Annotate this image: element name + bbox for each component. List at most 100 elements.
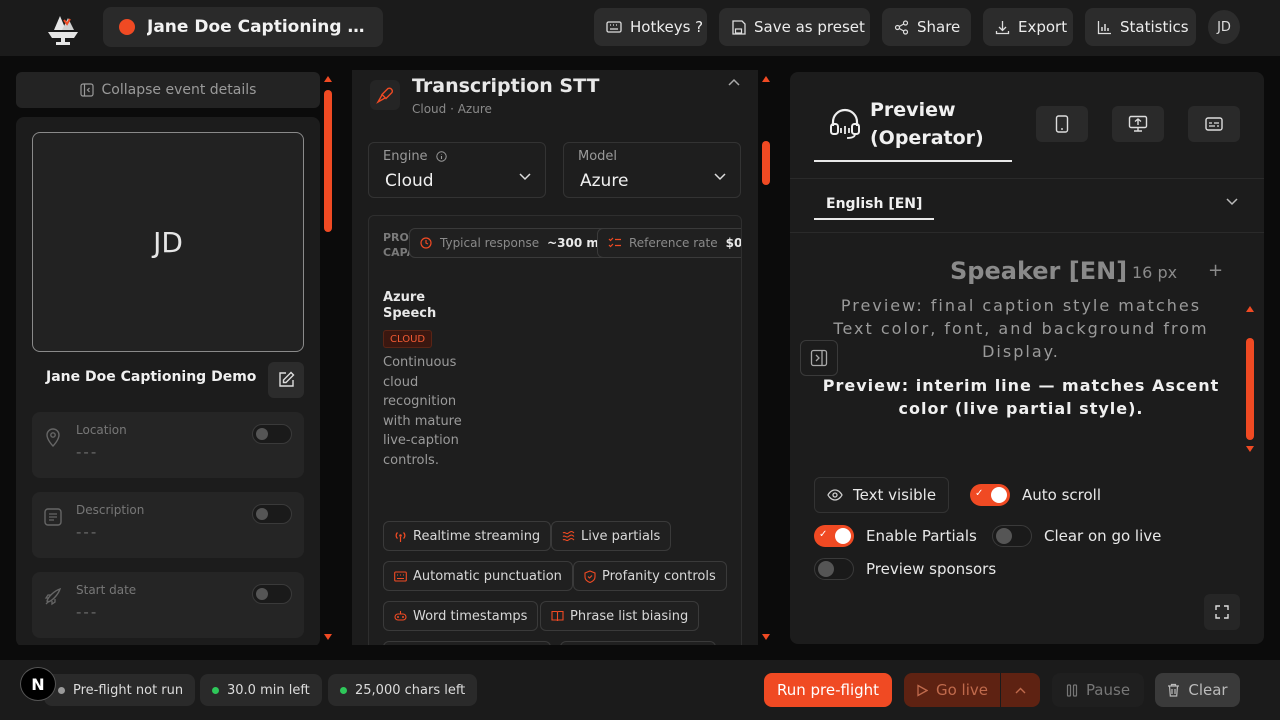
description-field: Description --- bbox=[32, 492, 304, 558]
n-badge[interactable]: N bbox=[20, 667, 56, 701]
status-dot bbox=[340, 686, 347, 694]
engine-select[interactable]: Engine Cloud bbox=[368, 142, 546, 198]
pause-icon bbox=[1066, 683, 1078, 697]
hotkeys-button[interactable]: Hotkeys ? bbox=[594, 8, 707, 46]
collapse-label: Collapse event details bbox=[101, 82, 257, 98]
scroll-up-icon[interactable] bbox=[762, 76, 770, 82]
info-icon[interactable] bbox=[435, 151, 447, 162]
mobile-view-button[interactable] bbox=[1036, 106, 1088, 142]
tab-preview-operator[interactable]: Preview (Operator) bbox=[814, 72, 1012, 162]
go-live-options-button[interactable] bbox=[1001, 673, 1040, 707]
collapse-event-details-button[interactable]: Collapse event details bbox=[16, 72, 320, 108]
toggle-side-panel-button[interactable] bbox=[800, 340, 838, 376]
enable-partials-toggle[interactable]: ✓ bbox=[814, 525, 854, 547]
scroll-up-icon[interactable] bbox=[1246, 306, 1254, 312]
model-select[interactable]: Model Azure bbox=[563, 142, 741, 198]
hotkeys-label: Hotkeys ? bbox=[630, 18, 704, 36]
broadcast-icon bbox=[395, 531, 406, 542]
stt-subtitle: Cloud · Azure bbox=[412, 102, 492, 116]
user-avatar[interactable]: JD bbox=[1208, 10, 1240, 44]
feature-label: Live partials bbox=[581, 528, 661, 544]
display-view-button[interactable] bbox=[1112, 106, 1164, 142]
export-label: Export bbox=[1018, 18, 1068, 36]
save-preset-button[interactable]: Save as preset bbox=[719, 8, 870, 46]
preview-scroll-thumb[interactable] bbox=[1246, 338, 1254, 440]
waves-icon bbox=[562, 530, 575, 542]
fullscreen-icon bbox=[1215, 605, 1229, 619]
language-tab[interactable]: English [EN] bbox=[814, 190, 935, 220]
collapse-panel-icon bbox=[79, 83, 94, 97]
increase-font-button[interactable]: + bbox=[1208, 260, 1223, 281]
start-date-label: Start date bbox=[76, 583, 137, 597]
captions-icon bbox=[1205, 117, 1223, 131]
edit-icon bbox=[279, 371, 295, 387]
scroll-down-icon[interactable] bbox=[762, 634, 770, 640]
statistics-button[interactable]: Statistics bbox=[1085, 8, 1196, 46]
feature-chip: Live partials bbox=[551, 521, 672, 551]
statistics-label: Statistics bbox=[1120, 18, 1189, 36]
location-visibility-toggle[interactable] bbox=[252, 424, 292, 444]
document-icon bbox=[44, 508, 62, 526]
event-title-pill[interactable]: Jane Doe Captioning Dem... bbox=[103, 7, 383, 47]
pause-button[interactable]: Pause bbox=[1052, 673, 1144, 707]
clear-on-go-live-toggle[interactable] bbox=[992, 525, 1032, 547]
scroll-up-icon[interactable] bbox=[324, 76, 332, 82]
feature-label: Word timestamps bbox=[413, 608, 528, 624]
reference-rate-value: $0.0 bbox=[725, 236, 742, 250]
scroll-down-icon[interactable] bbox=[324, 634, 332, 640]
middle-scroll-thumb[interactable] bbox=[762, 141, 770, 185]
share-icon bbox=[894, 19, 909, 35]
run-preflight-button[interactable]: Run pre-flight bbox=[764, 673, 892, 707]
auto-scroll-toggle[interactable]: ✓ bbox=[970, 484, 1010, 506]
feature-chip: Word timestamps bbox=[383, 601, 539, 631]
book-icon bbox=[551, 610, 564, 622]
headset-icon bbox=[830, 108, 860, 139]
rocket-icon bbox=[44, 587, 62, 606]
export-button[interactable]: Export bbox=[983, 8, 1073, 46]
edit-event-button[interactable] bbox=[268, 362, 304, 398]
chevron-down-icon bbox=[714, 173, 726, 181]
keyboard-icon bbox=[606, 21, 622, 33]
description-value: --- bbox=[76, 523, 99, 541]
download-icon bbox=[995, 20, 1010, 34]
scroll-down-icon[interactable] bbox=[1246, 446, 1254, 452]
map-pin-icon bbox=[46, 428, 60, 447]
start-date-field: Start date --- bbox=[32, 572, 304, 638]
save-icon bbox=[732, 19, 746, 35]
reference-rate-label: Reference rate bbox=[629, 236, 718, 250]
feature-label: Phrase list biasing bbox=[570, 608, 689, 624]
preview-scrollbar[interactable] bbox=[1246, 306, 1254, 452]
feature-label: Realtime streaming bbox=[413, 528, 541, 544]
middle-scrollbar[interactable] bbox=[762, 76, 770, 640]
chevron-up-icon bbox=[1015, 687, 1026, 693]
start-date-visibility-toggle[interactable] bbox=[252, 584, 292, 604]
chevron-down-icon[interactable] bbox=[1226, 198, 1238, 206]
minutes-left-status: 30.0 min left bbox=[200, 674, 322, 706]
fullscreen-button[interactable] bbox=[1204, 594, 1240, 630]
preflight-status: Pre-flight not run bbox=[44, 674, 196, 706]
event-avatar[interactable]: JD bbox=[32, 132, 304, 352]
left-scrollbar[interactable] bbox=[324, 76, 332, 640]
keyboard-icon bbox=[394, 570, 407, 582]
clear-button[interactable]: Clear bbox=[1155, 673, 1240, 707]
provider-description: Continuous cloud recognition with mature… bbox=[383, 355, 462, 468]
text-visible-button[interactable]: Text visible bbox=[814, 477, 950, 513]
captions-view-button[interactable] bbox=[1188, 106, 1240, 142]
transcription-panel: Transcription STT Cloud · Azure Engine C… bbox=[352, 70, 758, 645]
chevron-up-icon[interactable] bbox=[728, 78, 740, 86]
chars-left-label: 25,000 chars left bbox=[355, 682, 466, 698]
left-scroll-thumb[interactable] bbox=[324, 90, 332, 232]
go-live-button[interactable]: Go live bbox=[904, 673, 1000, 707]
description-visibility-toggle[interactable] bbox=[252, 504, 292, 524]
typical-response-label: Typical response bbox=[440, 236, 540, 250]
run-preflight-label: Run pre-flight bbox=[776, 681, 880, 699]
app-logo[interactable] bbox=[44, 10, 82, 46]
location-value: --- bbox=[76, 443, 99, 461]
shield-icon bbox=[584, 569, 596, 583]
share-button[interactable]: Share bbox=[882, 8, 971, 46]
recording-indicator bbox=[119, 19, 135, 35]
feature-chip: Phrase list biasing bbox=[540, 601, 700, 631]
preview-sponsors-toggle[interactable] bbox=[814, 558, 854, 580]
feature-chip-partial bbox=[383, 641, 551, 645]
check-icon: ✓ bbox=[975, 488, 984, 499]
